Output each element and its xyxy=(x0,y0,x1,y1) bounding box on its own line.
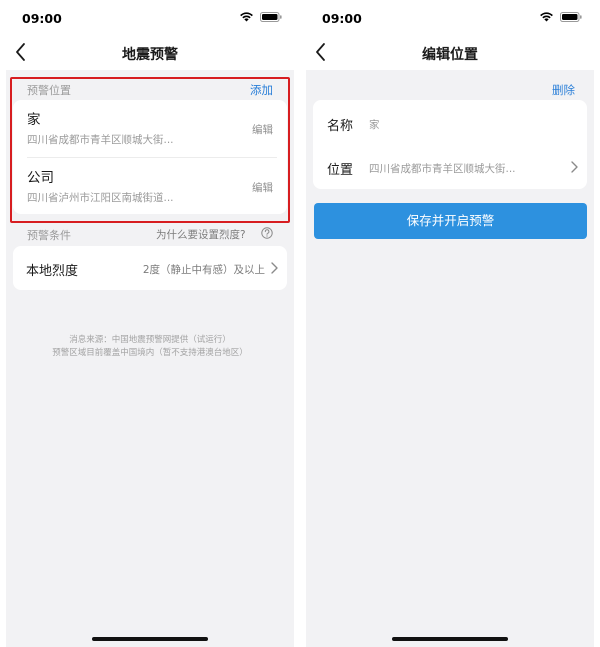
edit-location-card: 名称 家 位置 四川省成都市青羊区顺城大街... xyxy=(313,100,587,189)
status-time: 09:00 xyxy=(322,11,362,26)
status-time: 09:00 xyxy=(22,11,62,26)
top-bar: 09:00 地震预警 xyxy=(6,0,294,70)
add-location-button[interactable]: 添加 xyxy=(250,82,273,98)
location-field-label: 位置 xyxy=(327,163,354,178)
chevron-right-icon xyxy=(571,161,578,173)
location-name: 公司 xyxy=(27,170,54,186)
edit-location-button[interactable]: 编辑 xyxy=(252,180,273,195)
save-and-enable-warning-button[interactable]: 保存并开启预警 xyxy=(314,203,587,239)
location-address: 四川省成都市青羊区顺城大街... xyxy=(27,134,174,146)
help-icon[interactable] xyxy=(261,227,273,239)
page-title: 地震预警 xyxy=(122,47,178,63)
top-bar: 09:00 编辑位置 xyxy=(306,0,594,70)
location-address: 四川省泸州市江阳区南城街道... xyxy=(27,192,174,204)
why-intensity-link[interactable]: 为什么要设置烈度? xyxy=(156,227,246,242)
location-item-home[interactable]: 家 四川省成都市青羊区顺城大街... 编辑 xyxy=(13,100,287,156)
earthquake-warning-screen: 09:00 地震预警 预警位置 添加 家 四川省成都市青羊区顺城大街... 编辑… xyxy=(6,0,294,647)
footer-source-note: 消息来源：中国地震预警网提供（试运行） xyxy=(69,335,231,345)
location-list-card: 家 四川省成都市青羊区顺城大街... 编辑 公司 四川省泸州市江阳区南城街道..… xyxy=(13,100,287,214)
local-intensity-row[interactable]: 本地烈度 2度（静止中有感）及以上 xyxy=(13,246,287,290)
footer-coverage-note: 预警区域目前覆盖中国境内（暂不支持港澳台地区） xyxy=(52,348,248,358)
location-field-row[interactable]: 位置 四川省成都市青羊区顺城大街... xyxy=(313,145,587,189)
name-field-input[interactable]: 家 xyxy=(369,117,380,132)
home-indicator xyxy=(92,637,208,641)
home-indicator xyxy=(392,637,508,641)
warning-location-label: 预警位置 xyxy=(27,84,71,97)
battery-icon xyxy=(260,12,282,22)
local-intensity-label: 本地烈度 xyxy=(26,264,79,279)
local-intensity-value: 2度（静止中有感）及以上 xyxy=(142,264,265,276)
wifi-icon xyxy=(540,12,553,22)
location-name: 家 xyxy=(27,112,41,128)
delete-location-button[interactable]: 删除 xyxy=(552,82,575,98)
location-field-value: 四川省成都市青羊区顺城大街... xyxy=(369,163,516,175)
screenshot-stage: 09:00 地震预警 预警位置 添加 家 四川省成都市青羊区顺城大街... 编辑… xyxy=(0,0,600,647)
wifi-icon xyxy=(240,12,253,22)
chevron-right-icon xyxy=(271,262,278,274)
edit-location-button[interactable]: 编辑 xyxy=(252,122,273,137)
location-item-company[interactable]: 公司 四川省泸州市江阳区南城街道... 编辑 xyxy=(13,158,287,214)
battery-icon xyxy=(560,12,582,22)
edit-location-screen: 09:00 编辑位置 删除 名称 家 位置 四川省成都市青羊区顺城大街... 保… xyxy=(306,0,594,647)
name-field-label: 名称 xyxy=(327,119,354,134)
warning-condition-label: 预警条件 xyxy=(27,229,71,242)
page-title: 编辑位置 xyxy=(422,47,478,63)
